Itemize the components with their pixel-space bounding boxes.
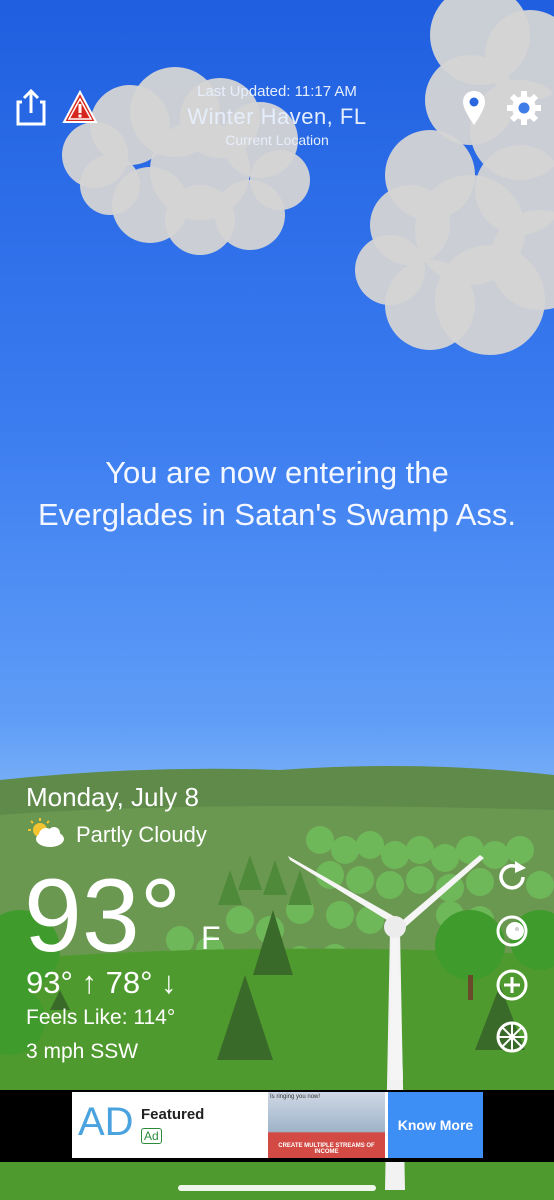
add-icon[interactable] [495, 968, 529, 1002]
ad-featured-label: Featured [141, 1106, 205, 1123]
high-low-temperature: 93° ↑ 78° ↓ [26, 965, 177, 1000]
location-pin-icon[interactable] [462, 90, 486, 131]
ad-image[interactable]: Is ringing you now! CREATE MULTIPLE STRE… [268, 1092, 385, 1158]
cloud-right [355, 0, 554, 355]
gear-icon[interactable] [506, 90, 542, 131]
moon-icon[interactable] [495, 914, 529, 948]
date-label: Monday, July 8 [26, 782, 199, 812]
condition-label: Partly Cloudy [76, 822, 207, 847]
temperature-unit[interactable]: F [201, 920, 221, 957]
ad-banner[interactable]: AD Featured Ad Is ringing you now! CREAT… [0, 1090, 554, 1162]
wind-info: 3 mph SSW [26, 1040, 139, 1063]
ad-content[interactable]: AD Featured Ad Is ringing you now! CREAT… [72, 1092, 483, 1158]
partly-cloudy-icon [26, 818, 66, 853]
ad-badge: Ad [141, 1128, 162, 1144]
location-subtitle: Current Location [225, 132, 329, 148]
weather-message: You are now entering the Everglades in S… [37, 455, 517, 532]
feels-like: Feels Like: 114° [26, 1006, 176, 1029]
ad-logo: AD [78, 1100, 134, 1144]
current-temperature: 93° [24, 858, 182, 974]
ad-image-top-text: Is ringing you now! [270, 1094, 321, 1100]
ad-image-caption: CREATE MULTIPLE STREAMS OF INCOME [278, 1143, 375, 1155]
wheel-icon[interactable] [495, 1020, 529, 1054]
ad-know-more-button[interactable]: Know More [388, 1092, 483, 1158]
refresh-icon[interactable] [495, 860, 529, 894]
home-indicator[interactable] [178, 1185, 376, 1191]
